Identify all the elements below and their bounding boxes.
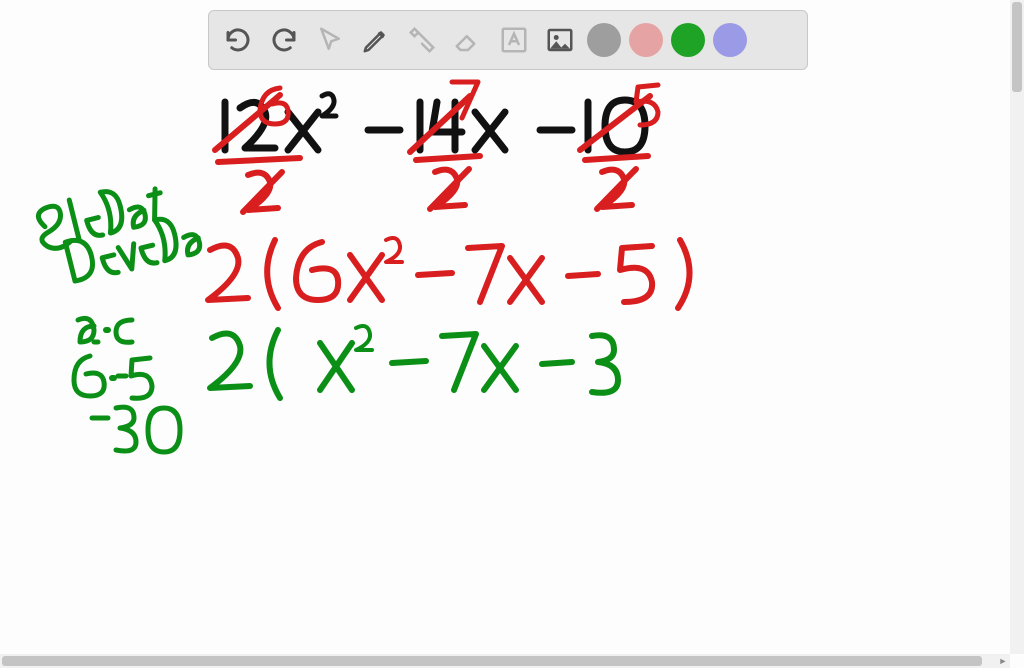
tools-button[interactable] (403, 21, 441, 59)
undo-button[interactable] (219, 21, 257, 59)
color-green[interactable] (671, 23, 705, 57)
pointer-tool[interactable] (311, 21, 349, 59)
horizontal-scroll-thumb[interactable] (2, 656, 982, 666)
image-tool[interactable] (541, 21, 579, 59)
color-gray[interactable] (587, 23, 621, 57)
vertical-scrollbar[interactable] (1010, 0, 1024, 654)
color-purple[interactable] (713, 23, 747, 57)
color-pink[interactable] (629, 23, 663, 57)
whiteboard-canvas[interactable] (0, 0, 1010, 654)
redo-button[interactable] (265, 21, 303, 59)
vertical-scroll-thumb[interactable] (1012, 2, 1022, 92)
eraser-tool[interactable] (449, 21, 487, 59)
handwriting-layer (0, 0, 1010, 654)
drawing-toolbar (208, 10, 808, 70)
text-tool[interactable] (495, 21, 533, 59)
horizontal-scrollbar[interactable]: ◄ ► (0, 654, 1010, 668)
scroll-right-arrow[interactable]: ► (996, 654, 1010, 668)
pencil-tool[interactable] (357, 21, 395, 59)
